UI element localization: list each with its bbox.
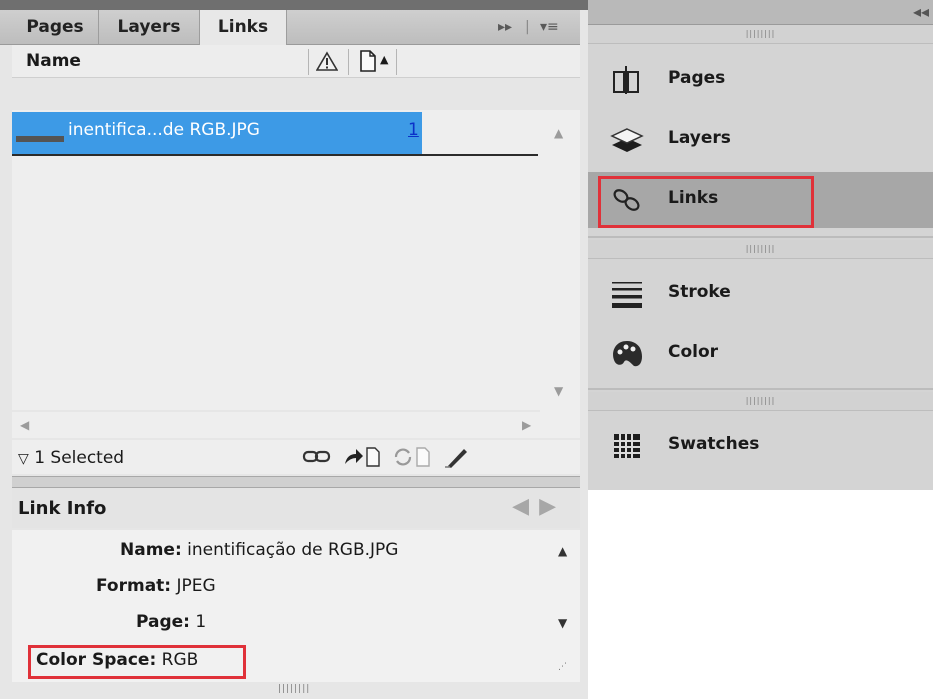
- dock-item-stroke[interactable]: Stroke: [588, 266, 933, 322]
- info-scroll-up-icon[interactable]: ▲: [558, 544, 567, 558]
- link-info-header: Link Info ◀▶: [12, 488, 580, 528]
- tab-pages[interactable]: Pages: [12, 10, 99, 44]
- color-space-highlight: [28, 645, 246, 679]
- panel-top-strip: [0, 0, 588, 10]
- dock-item-label: Pages: [668, 68, 726, 88]
- dock-item-layers[interactable]: Layers: [588, 112, 933, 168]
- info-value: JPEG: [176, 576, 216, 596]
- link-page-number[interactable]: 1: [408, 120, 419, 140]
- dock-item-label: Color: [668, 342, 719, 362]
- selection-count[interactable]: ▽ 1 Selected: [18, 448, 124, 468]
- info-label: Page:: [136, 612, 190, 632]
- pages-icon: [613, 66, 639, 94]
- info-label: Name:: [120, 540, 182, 560]
- link-info-nav[interactable]: ◀▶: [512, 494, 566, 519]
- link-info-title: Link Info: [18, 498, 107, 519]
- layers-icon: [610, 128, 644, 152]
- go-to-link-icon[interactable]: [342, 446, 364, 468]
- scroll-right-icon[interactable]: ▶: [522, 418, 531, 432]
- color-palette-icon: [613, 341, 642, 367]
- update-link-icon[interactable]: [392, 446, 414, 468]
- dock-item-label: Swatches: [668, 434, 760, 454]
- links-highlight: [598, 176, 814, 228]
- dock-divider: [588, 388, 933, 390]
- panel-menu-icon[interactable]: ▾≡: [540, 16, 559, 38]
- resize-grip-icon[interactable]: ⋰: [558, 662, 568, 672]
- sort-ascending-icon[interactable]: ▲: [380, 53, 388, 66]
- stroke-icon: [612, 282, 642, 308]
- edit-original-icon[interactable]: [444, 444, 470, 470]
- link-thumbnail-icon: [16, 136, 64, 142]
- name-column-header[interactable]: Name: [26, 51, 81, 71]
- panel-dock: ◂◂ |||||||| Pages Layers Links ||||||||: [588, 0, 933, 490]
- info-row-page: Page: 1: [136, 612, 206, 632]
- panel-tab-bar: Pages Layers Links ▸▸ | ▾≡: [0, 10, 580, 45]
- dock-item-color[interactable]: Color: [588, 326, 933, 382]
- warning-status-icon[interactable]: [316, 51, 338, 71]
- swatches-icon: [614, 434, 640, 458]
- dock-top-bar: ◂◂: [588, 0, 933, 25]
- disclosure-triangle-icon[interactable]: ▽: [18, 451, 29, 467]
- column-header: Name ▲: [12, 45, 580, 78]
- status-bar: ▽ 1 Selected: [12, 440, 580, 474]
- bottom-grip-icon[interactable]: ||||||||: [278, 684, 310, 694]
- info-row-format: Format: JPEG: [96, 576, 216, 596]
- dock-item-label: Layers: [668, 128, 731, 148]
- selection-count-label: 1 Selected: [34, 448, 125, 468]
- scroll-down-icon[interactable]: ▼: [554, 384, 563, 398]
- scroll-up-icon[interactable]: ▲: [554, 126, 563, 140]
- column-divider: [308, 49, 309, 75]
- dock-group-grip[interactable]: ||||||||: [588, 240, 933, 259]
- link-filename: inentifica...de RGB.JPG: [68, 120, 260, 140]
- tab-separator: |: [525, 19, 530, 35]
- info-scroll-down-icon[interactable]: ▼: [558, 616, 567, 630]
- column-divider: [396, 49, 397, 75]
- dock-item-label: Stroke: [668, 282, 731, 302]
- disabled-page-icon: [416, 447, 430, 467]
- collapse-panel-icon[interactable]: ▸▸: [498, 16, 512, 38]
- scroll-left-icon[interactable]: ◀: [20, 418, 29, 432]
- column-divider: [348, 49, 349, 75]
- dock-group-grip[interactable]: ||||||||: [588, 392, 933, 411]
- links-panel: Pages Layers Links ▸▸ | ▾≡ Name ▲ inenti…: [0, 0, 588, 699]
- page-column-icon[interactable]: [358, 49, 378, 73]
- tab-layers[interactable]: Layers: [99, 10, 199, 44]
- list-horizontal-scrollbar[interactable]: ◀ ▶: [12, 412, 580, 438]
- row-page-cell: [422, 112, 538, 154]
- expand-dock-icon[interactable]: ◂◂: [913, 2, 929, 21]
- list-item[interactable]: inentifica...de RGB.JPG 1: [12, 112, 538, 156]
- panel-divider[interactable]: [12, 476, 580, 488]
- info-label: Format:: [96, 576, 172, 596]
- tab-links[interactable]: Links: [199, 10, 287, 45]
- dock-item-swatches[interactable]: Swatches: [588, 418, 933, 474]
- dock-item-pages[interactable]: Pages: [588, 52, 933, 108]
- dock-group-grip[interactable]: ||||||||: [588, 25, 933, 44]
- link-page-icon[interactable]: [364, 446, 382, 468]
- info-value: inentificação de RGB.JPG: [187, 540, 399, 560]
- relink-icon[interactable]: [302, 446, 332, 468]
- list-vertical-scrollbar[interactable]: ▲ ▼: [540, 112, 580, 412]
- dock-divider: [588, 236, 933, 238]
- info-value: 1: [195, 612, 207, 632]
- info-row-name: Name: inentificação de RGB.JPG: [120, 540, 398, 560]
